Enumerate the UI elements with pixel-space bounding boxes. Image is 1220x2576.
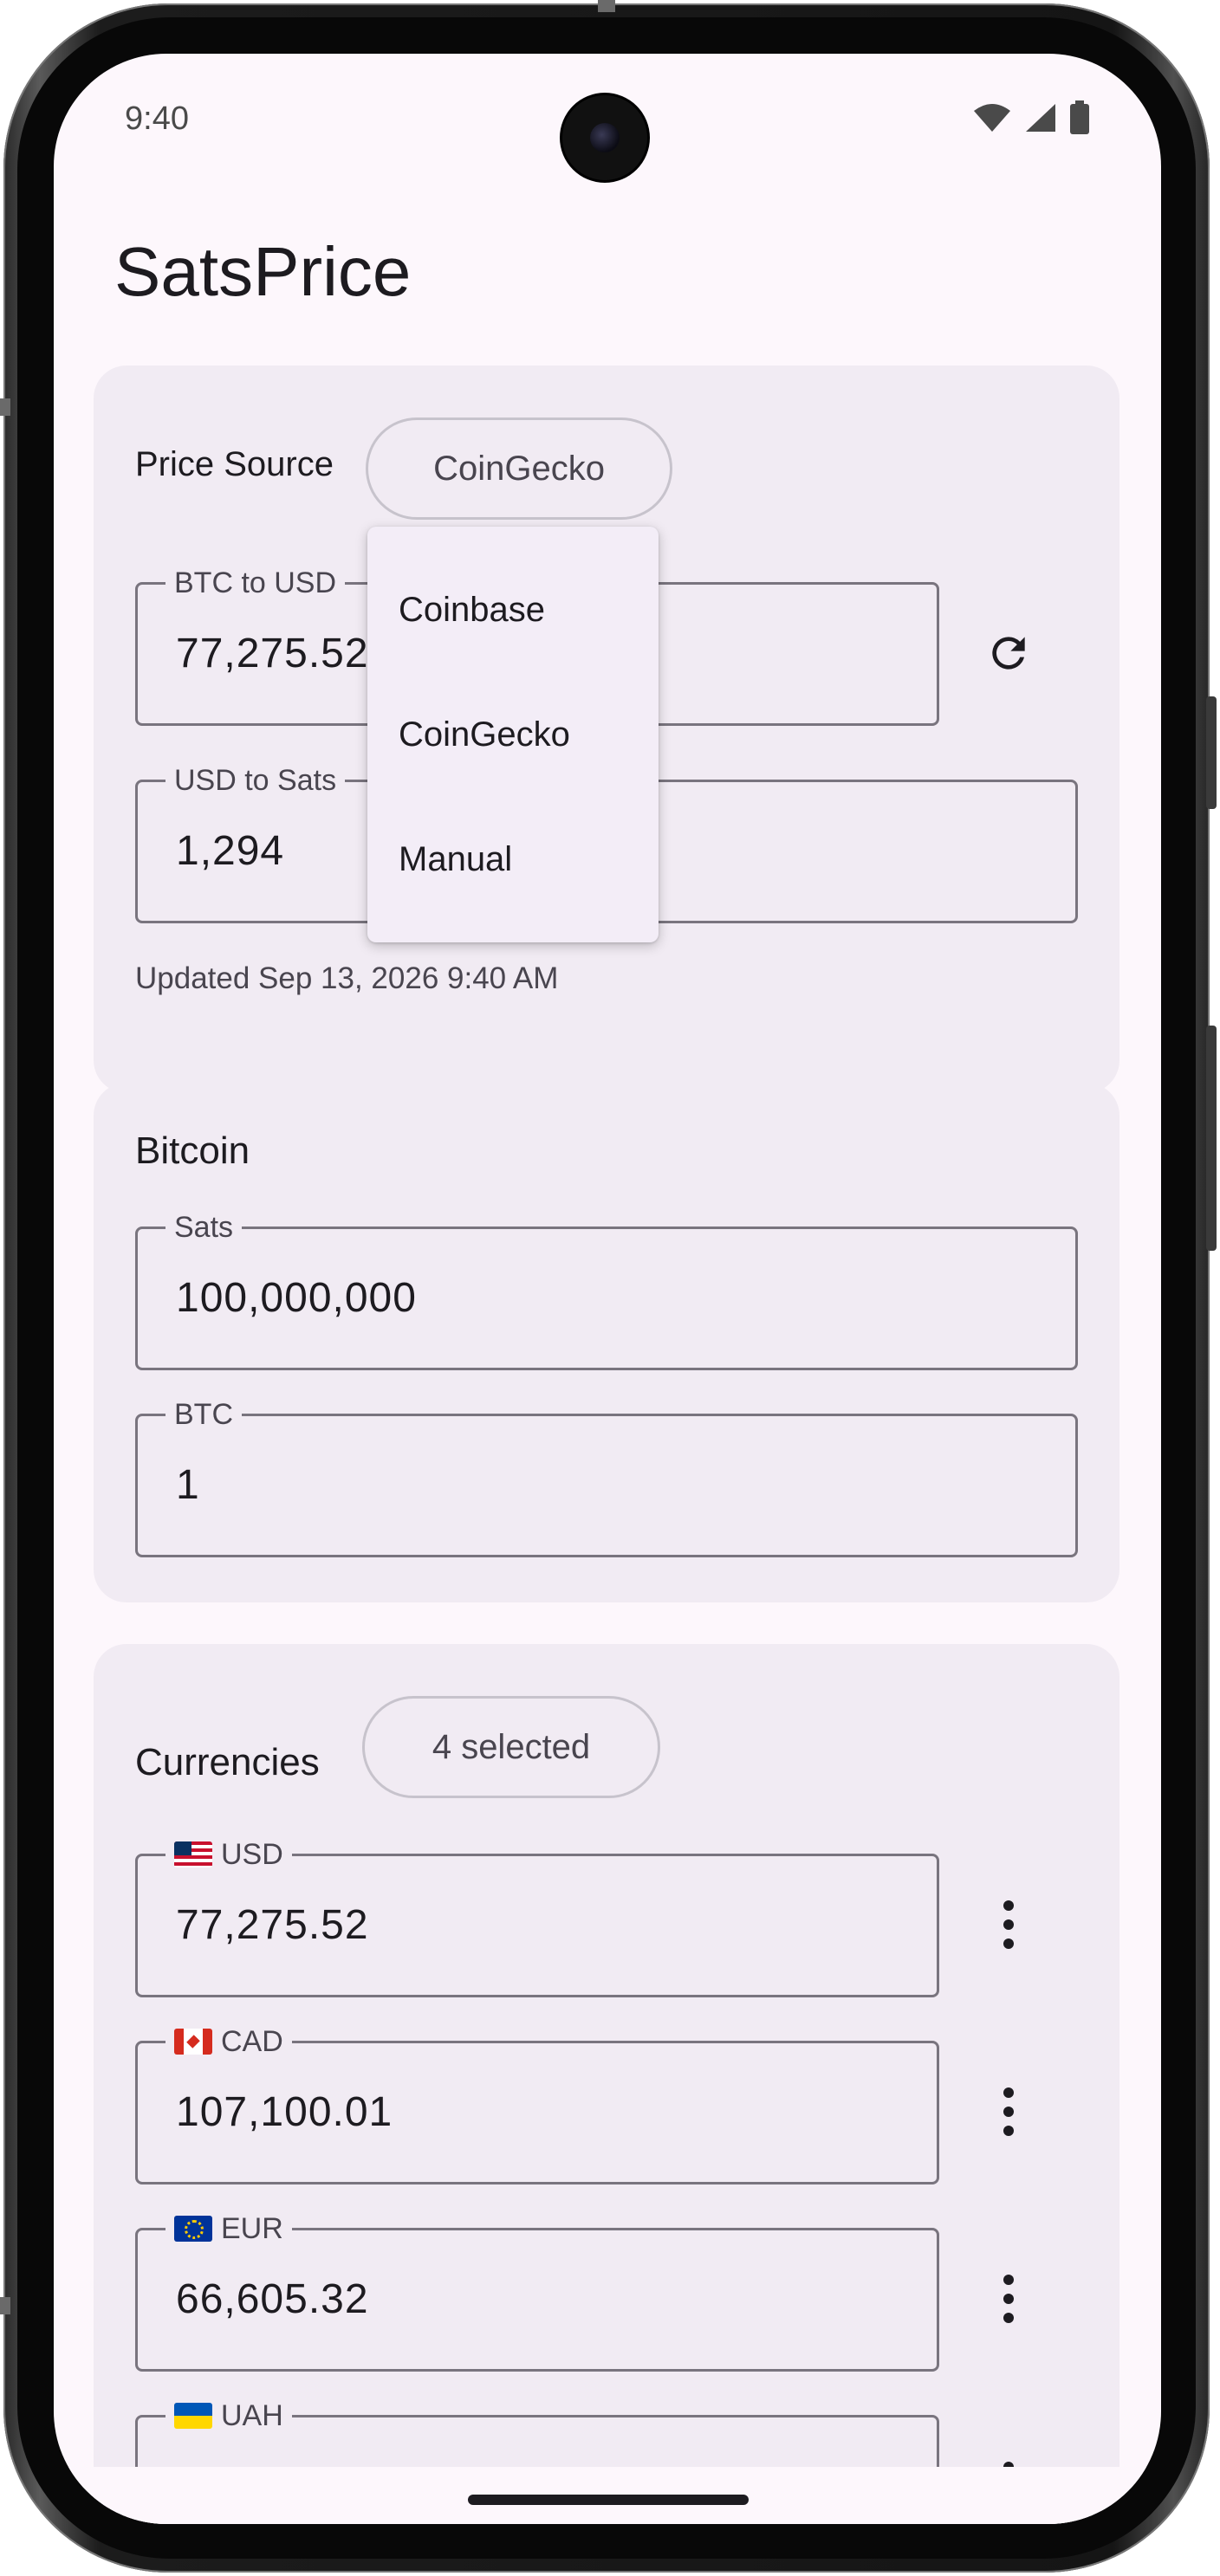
power-button bbox=[1206, 696, 1217, 809]
currency-value-usd: 77,275.52 bbox=[176, 1902, 369, 1948]
volume-button bbox=[1206, 1026, 1217, 1251]
currencies-selected-chip[interactable]: 4 selected bbox=[362, 1696, 660, 1798]
dropdown-item-manual[interactable]: Manual bbox=[367, 797, 659, 922]
currency-code-usd: USD bbox=[221, 1838, 283, 1871]
battery-icon bbox=[1070, 100, 1089, 134]
wifi-icon bbox=[974, 104, 1010, 132]
bitcoin-title: Bitcoin bbox=[135, 1129, 250, 1172]
sats-label: Sats bbox=[174, 1211, 234, 1244]
more-options-button-cad[interactable] bbox=[974, 2077, 1043, 2146]
refresh-icon bbox=[992, 637, 1025, 670]
currencies-card: Currencies 4 selected USD 77,275.52 CAD bbox=[94, 1644, 1119, 2524]
ua-flag-icon bbox=[174, 2403, 212, 2429]
us-flag-icon bbox=[174, 1841, 212, 1867]
signal-icon bbox=[1026, 104, 1055, 132]
status-icons bbox=[972, 100, 1090, 135]
sats-value: 100,000,000 bbox=[176, 1275, 417, 1321]
price-source-chip-label: CoinGecko bbox=[433, 449, 605, 488]
status-time: 9:40 bbox=[125, 100, 189, 137]
currency-field-usd[interactable]: USD 77,275.52 bbox=[135, 1837, 939, 1997]
currency-code-cad: CAD bbox=[221, 2025, 283, 2058]
app-title: SatsPrice bbox=[114, 233, 412, 310]
more-options-button-eur[interactable] bbox=[974, 2264, 1043, 2333]
usd-to-sats-value: 1,294 bbox=[176, 828, 285, 874]
currency-value-cad: 107,100.01 bbox=[176, 2089, 393, 2135]
currency-code-uah: UAH bbox=[221, 2399, 283, 2432]
btc-label: BTC bbox=[174, 1398, 233, 1431]
currencies-title: Currencies bbox=[135, 1741, 320, 1783]
currencies-selected-label: 4 selected bbox=[432, 1727, 591, 1766]
home-indicator[interactable] bbox=[468, 2495, 749, 2505]
btc-value: 1 bbox=[176, 1462, 200, 1508]
currency-value-eur: 66,605.32 bbox=[176, 2276, 369, 2322]
price-source-dropdown: Coinbase CoinGecko Manual bbox=[367, 527, 659, 942]
price-source-chip[interactable]: CoinGecko bbox=[366, 417, 672, 520]
more-options-button-usd[interactable] bbox=[974, 1890, 1043, 1959]
bitcoin-card: Bitcoin Sats 100,000,000 BTC 1 bbox=[94, 1083, 1119, 1602]
screen: 9:40 SatsPrice Price Source CoinGecko BT… bbox=[54, 54, 1161, 2524]
btc-to-usd-label: BTC to USD bbox=[174, 566, 337, 599]
sats-field[interactable]: Sats 100,000,000 bbox=[135, 1210, 1078, 1370]
dropdown-item-coingecko[interactable]: CoinGecko bbox=[367, 672, 659, 797]
refresh-button[interactable] bbox=[974, 618, 1043, 688]
currency-field-eur[interactable]: EUR 66,605.32 bbox=[135, 2211, 939, 2372]
btc-to-usd-value: 77,275.52 bbox=[176, 631, 369, 676]
dropdown-item-coinbase[interactable]: Coinbase bbox=[367, 547, 659, 672]
usd-to-sats-label: USD to Sats bbox=[174, 764, 337, 797]
updated-timestamp: Updated Sep 13, 2026 9:40 AM bbox=[135, 961, 559, 995]
price-source-label: Price Source bbox=[135, 445, 334, 483]
eu-flag-icon bbox=[174, 2216, 212, 2242]
currency-code-eur: EUR bbox=[221, 2212, 283, 2245]
btc-field[interactable]: BTC 1 bbox=[135, 1397, 1078, 1557]
front-camera bbox=[562, 95, 647, 180]
ca-flag-icon bbox=[174, 2029, 212, 2055]
currency-field-cad[interactable]: CAD 107,100.01 bbox=[135, 2024, 939, 2184]
